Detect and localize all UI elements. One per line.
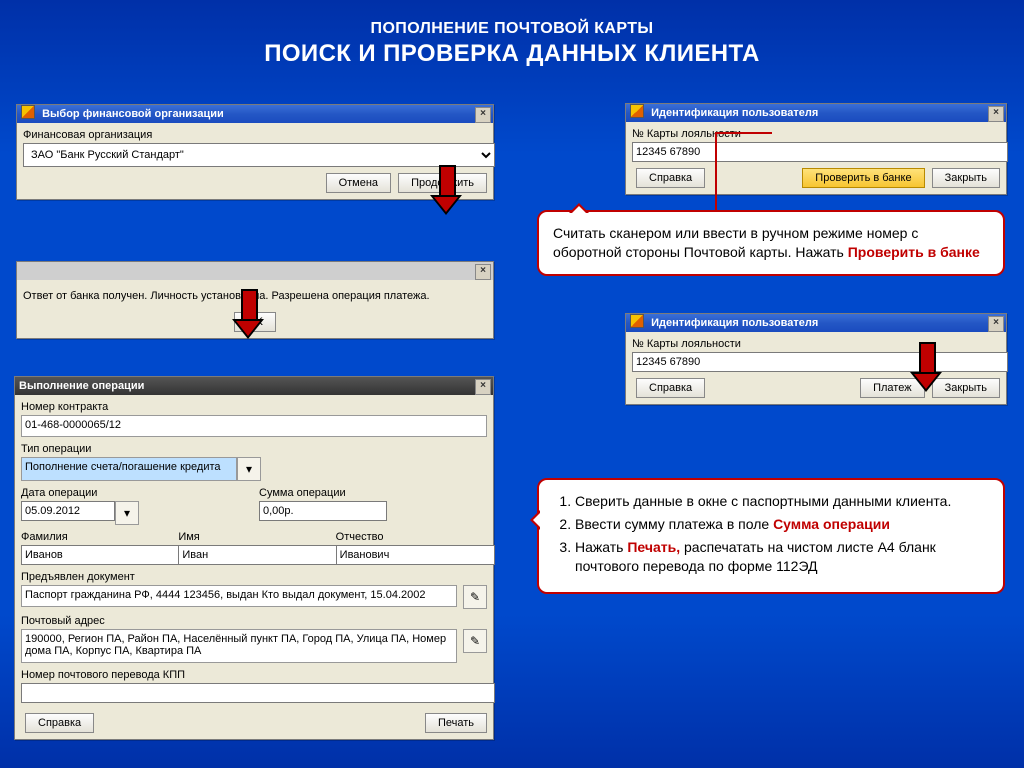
lastname-input[interactable] [21, 545, 180, 565]
continue-button[interactable]: Продолжить [398, 173, 487, 193]
titlebar-choose-org[interactable]: Выбор финансовой организации × [17, 105, 493, 123]
label-address: Почтовый адрес [21, 615, 487, 627]
close-icon[interactable]: × [475, 107, 491, 123]
dialog-perform-operation: Выполнение операции × Номер контракта 01… [14, 376, 494, 740]
close-button[interactable]: Закрыть [932, 378, 1000, 398]
label-loyalty-card: № Карты лояльности [632, 338, 1000, 350]
print-button[interactable]: Печать [425, 713, 487, 733]
label-op-date: Дата операции [21, 487, 249, 499]
label-financial-org: Финансовая организация [23, 129, 487, 141]
label-contract: Номер контракта [21, 401, 487, 413]
dialog-identify-check: Идентификация пользователя × № Карты лоя… [625, 103, 1007, 195]
payment-button[interactable]: Платеж [860, 378, 924, 398]
connector-line-icon [714, 131, 774, 218]
step-3: Нажать Печать, распечатать на чистом лис… [575, 538, 989, 576]
app-icon [630, 104, 644, 118]
label-loyalty-card: № Карты лояльности [632, 128, 1000, 140]
titlebar-bank-response[interactable]: × [17, 262, 493, 280]
close-icon[interactable]: × [475, 264, 491, 280]
close-button[interactable]: Закрыть [932, 168, 1000, 188]
edit-icon[interactable]: ✎ [463, 585, 487, 609]
slide-header: ПОПОЛНЕНИЕ ПОЧТОВОЙ КАРТЫ ПОИСК И ПРОВЕР… [0, 20, 1024, 68]
help-button[interactable]: Справка [25, 713, 94, 733]
callout-instruction-scan: Считать сканером или ввести в ручном реж… [537, 210, 1005, 276]
address-value: 190000, Регион ПА, Район ПА, Населённый … [21, 629, 457, 663]
loyalty-card-input[interactable] [632, 142, 1008, 162]
middlename-input[interactable] [336, 545, 495, 565]
callout-instruction-steps: Сверить данные в окне с паспортными данн… [537, 478, 1005, 594]
label-op-sum: Сумма операции [259, 487, 487, 499]
slide-title: ПОИСК И ПРОВЕРКА ДАННЫХ КЛИЕНТА [0, 40, 1024, 68]
help-button[interactable]: Справка [636, 378, 705, 398]
step-2: Ввести сумму платежа в поле Сумма операц… [575, 515, 989, 534]
bank-response-message: Ответ от банка получен. Личность установ… [23, 290, 487, 302]
operation-type-value: Пополнение счета/погашение кредита [21, 457, 237, 481]
dialog-identify-pay: Идентификация пользователя × № Карты лоя… [625, 313, 1007, 405]
dialog-bank-response: × Ответ от банка получен. Личность устан… [16, 261, 494, 339]
dropdown-icon[interactable]: ▾ [237, 457, 261, 481]
dropdown-icon[interactable]: ▾ [115, 501, 139, 525]
dialog-title: Идентификация пользователя [651, 317, 818, 329]
loyalty-card-input[interactable] [632, 352, 1008, 372]
document-value: Паспорт гражданина РФ, 4444 123456, выда… [21, 585, 457, 607]
kpp-input[interactable] [21, 683, 495, 703]
cancel-button[interactable]: Отмена [326, 173, 391, 193]
slide-subtitle: ПОПОЛНЕНИЕ ПОЧТОВОЙ КАРТЫ [0, 20, 1024, 38]
label-op-type: Тип операции [21, 443, 487, 455]
titlebar-identify[interactable]: Идентификация пользователя × [626, 314, 1006, 332]
edit-icon[interactable]: ✎ [463, 629, 487, 653]
dialog-choose-org: Выбор финансовой организации × Финансова… [16, 104, 494, 200]
dialog-title: Идентификация пользователя [651, 107, 818, 119]
label-document: Предъявлен документ [21, 571, 487, 583]
label-middlename: Отчество [336, 531, 487, 543]
dialog-title: Выбор финансовой организации [42, 108, 224, 120]
titlebar-identify[interactable]: Идентификация пользователя × [626, 104, 1006, 122]
firstname-input[interactable] [178, 545, 337, 565]
step-1: Сверить данные в окне с паспортными данн… [575, 492, 989, 511]
close-icon[interactable]: × [988, 106, 1004, 122]
operation-sum-input[interactable] [259, 501, 387, 521]
check-in-bank-button[interactable]: Проверить в банке [802, 168, 924, 188]
help-button[interactable]: Справка [636, 168, 705, 188]
dialog-title: Выполнение операции [19, 380, 144, 392]
titlebar-perform-operation[interactable]: Выполнение операции × [15, 377, 493, 395]
label-lastname: Фамилия [21, 531, 172, 543]
contract-value: 01-468-0000065/12 [21, 415, 487, 437]
close-icon[interactable]: × [475, 379, 491, 395]
close-icon[interactable]: × [988, 316, 1004, 332]
callout-em-check: Проверить в банке [848, 244, 980, 260]
ok-button[interactable]: OK [234, 312, 276, 332]
app-icon [630, 314, 644, 328]
label-kpp: Номер почтового перевода КПП [21, 669, 487, 681]
operation-date-input[interactable] [21, 501, 115, 521]
label-firstname: Имя [178, 531, 329, 543]
app-icon [21, 105, 35, 119]
select-financial-org[interactable]: ЗАО "Банк Русский Стандарт" [23, 143, 495, 167]
